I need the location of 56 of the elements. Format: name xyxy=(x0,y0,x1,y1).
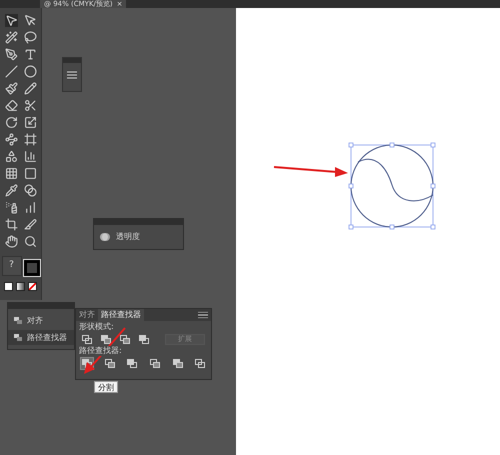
panel-item[interactable]: 路径查找器 xyxy=(8,330,74,345)
tool-icon[interactable] xyxy=(24,235,36,248)
pathfinder-shape-icon xyxy=(104,358,115,368)
tool-icon[interactable] xyxy=(24,167,36,180)
tool-icon[interactable] xyxy=(4,82,18,95)
section-label: 形状模式: xyxy=(78,321,115,332)
pathfinder-shape-icon xyxy=(172,358,182,368)
tool-icon[interactable] xyxy=(24,184,36,197)
panel-tab[interactable]: 对齐 xyxy=(76,309,98,321)
tool-icon[interactable] xyxy=(4,133,18,146)
tool-icon[interactable] xyxy=(4,218,18,231)
tooltip: 分割 xyxy=(94,381,118,393)
pathfinder-shape-icon xyxy=(127,358,138,368)
panel-icon xyxy=(14,334,22,341)
tool-icon[interactable] xyxy=(24,48,36,61)
pathfinder-shape-icon xyxy=(150,358,160,368)
panel-icon xyxy=(14,317,22,324)
section-label: 路径查找器: xyxy=(79,346,122,356)
pathfinder-button[interactable] xyxy=(193,356,207,370)
tool-icon[interactable] xyxy=(4,48,18,61)
menu-icon[interactable] xyxy=(67,71,77,79)
tool-icon[interactable] xyxy=(24,82,36,95)
pathfinder-button[interactable] xyxy=(170,356,184,370)
tool-icon[interactable] xyxy=(24,31,36,44)
tool-icon[interactable] xyxy=(4,31,18,44)
tool-icon[interactable] xyxy=(4,201,18,214)
tool-icon[interactable] xyxy=(4,116,18,129)
gradient-mode-icon[interactable] xyxy=(16,282,25,291)
tool-icon[interactable] xyxy=(4,167,18,180)
tool-icon[interactable] xyxy=(4,14,18,27)
panel-item[interactable]: 对齐 xyxy=(8,313,74,328)
panel-tab[interactable]: 路径查找器 xyxy=(98,309,144,321)
pathfinder-button[interactable] xyxy=(125,356,140,370)
tool-icon[interactable] xyxy=(24,133,36,146)
pathfinder-button[interactable] xyxy=(148,356,162,370)
tool-icon[interactable] xyxy=(4,65,18,78)
pathfinder-button[interactable] xyxy=(102,356,116,370)
tool-icon[interactable] xyxy=(4,99,18,112)
stroke-swatch[interactable] xyxy=(24,260,40,276)
panel-menu-icon[interactable] xyxy=(198,312,208,318)
pathfinder-shape-icon xyxy=(195,358,206,368)
tool-icon[interactable] xyxy=(4,235,18,248)
color-mode-icon[interactable] xyxy=(4,282,13,291)
tool-icon[interactable] xyxy=(24,201,36,214)
tool-icon[interactable] xyxy=(24,150,36,163)
transparency-icon xyxy=(100,232,110,242)
tool-icon[interactable] xyxy=(24,99,36,112)
fill-swatch[interactable]: ? xyxy=(2,256,22,276)
tool-icon[interactable] xyxy=(24,116,36,129)
tool-icon[interactable] xyxy=(4,184,18,197)
tool-icon[interactable] xyxy=(4,150,18,163)
tool-icon[interactable] xyxy=(24,65,36,78)
tool-icon[interactable] xyxy=(24,14,36,27)
none-mode-icon[interactable] xyxy=(28,282,37,291)
panel-label[interactable]: 透明度 xyxy=(116,231,140,243)
tool-icon[interactable] xyxy=(24,218,36,231)
